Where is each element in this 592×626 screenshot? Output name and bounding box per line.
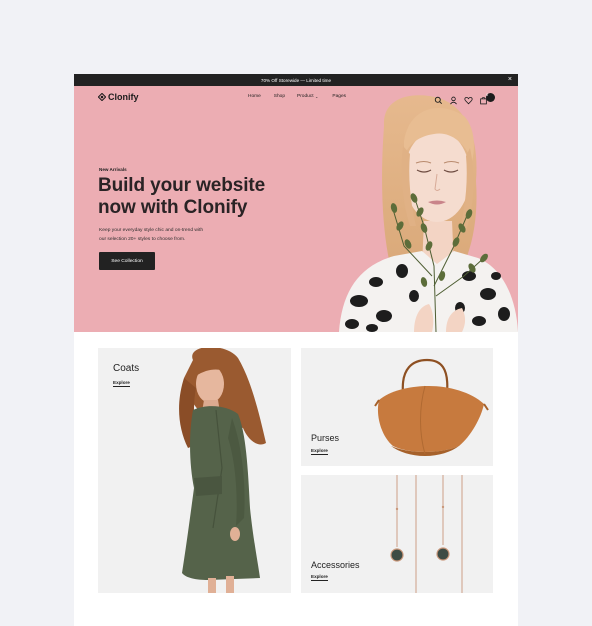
collection-title-coats: Coats — [113, 363, 140, 374]
hero-description-line-2: our selection 20+ styles to choose from. — [99, 236, 186, 242]
account-icon[interactable] — [449, 92, 458, 105]
earrings-image — [390, 475, 463, 593]
hero-headline-line-1: Build your website — [98, 175, 266, 196]
collection-title-accessories: Accessories — [311, 560, 360, 570]
explore-link-purses[interactable]: Explore — [311, 448, 328, 455]
nav-item-shop[interactable]: Shop — [274, 94, 285, 99]
announcement-bar: 70% Off Storewide — Limited time × — [74, 74, 518, 86]
explore-link-accessories[interactable]: Explore — [311, 574, 328, 581]
cart-count-badge: 0 — [486, 93, 495, 102]
hero-banner: Clonify Home Shop Product ⌄ Pages 0 New … — [74, 86, 518, 332]
purse-image — [374, 358, 489, 456]
store-page: 70% Off Storewide — Limited time × Cloni… — [74, 74, 518, 626]
hero-description: Keep your everyday style chic and on-tre… — [99, 227, 249, 244]
collection-card-coats[interactable]: Coats Explore — [98, 348, 291, 593]
see-collection-button[interactable]: See Collection — [99, 252, 155, 270]
hero-headline-line-2: now with Clonify — [98, 197, 248, 218]
hero-model-image — [339, 95, 518, 332]
search-icon[interactable] — [434, 92, 443, 105]
logo-mark-icon — [98, 93, 106, 101]
nav-menu: Home Shop Product ⌄ Pages — [248, 94, 346, 99]
explore-link-coats[interactable]: Explore — [113, 380, 130, 387]
nav-item-home[interactable]: Home — [248, 94, 261, 99]
wishlist-heart-icon[interactable] — [464, 92, 473, 105]
announcement-text: 70% Off Storewide — Limited time — [260, 77, 332, 83]
cart-button[interactable]: 0 — [479, 92, 495, 105]
collection-card-purses[interactable]: Purses Explore — [301, 348, 493, 466]
hero-description-line-1: Keep your everyday style chic and on-tre… — [99, 228, 204, 233]
collection-title-purses: Purses — [311, 433, 340, 443]
hero-headline: Build your website now with Clonify — [98, 175, 288, 219]
brand-logo[interactable]: Clonify — [98, 92, 139, 102]
close-icon[interactable]: × — [508, 75, 512, 85]
header-actions: 0 — [434, 92, 495, 105]
nav-item-product-label: Product — [297, 94, 314, 99]
main-navigation: Clonify Home Shop Product ⌄ Pages 0 — [74, 86, 518, 108]
nav-item-pages[interactable]: Pages — [332, 94, 346, 99]
collection-card-accessories[interactable]: Accessories Explore — [301, 475, 493, 593]
brand-name: Clonify — [108, 92, 139, 102]
chevron-down-icon: ⌄ — [315, 94, 319, 99]
hero-eyebrow: New Arrivals — [99, 167, 127, 172]
nav-item-product[interactable]: Product ⌄ — [297, 94, 318, 99]
